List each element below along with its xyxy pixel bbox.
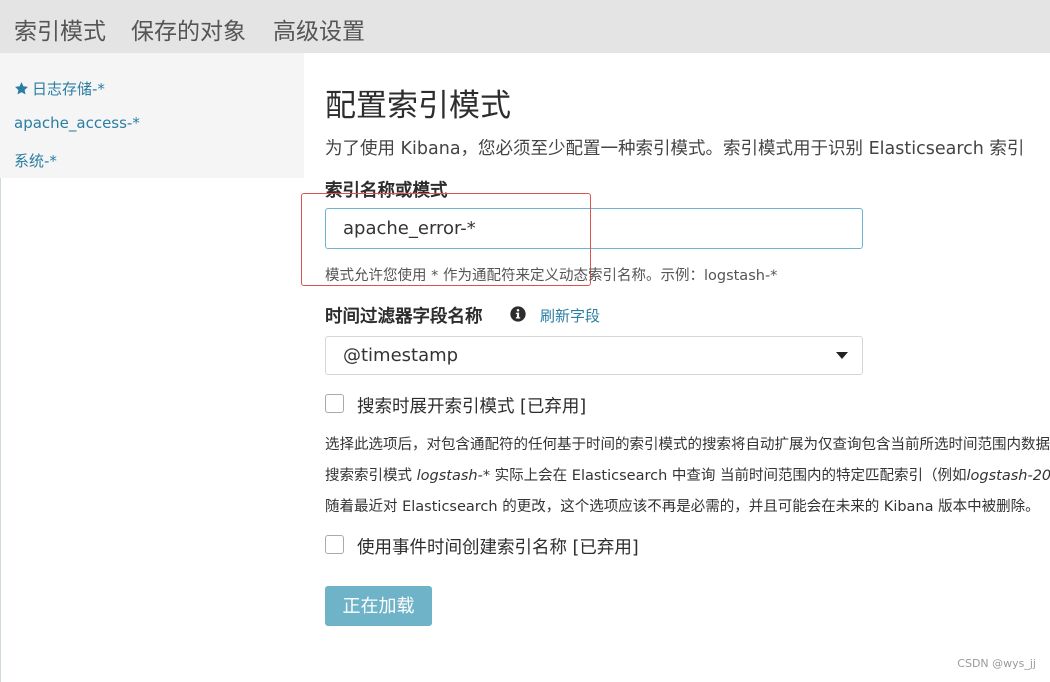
sidebar-item-apache-access[interactable]: apache_access-* (14, 114, 140, 132)
tab-saved-objects[interactable]: 保存的对象 (131, 12, 246, 46)
watermark: CSDN @wys_jj (957, 657, 1036, 670)
expand-wildcard-checkbox[interactable] (325, 394, 344, 413)
top-nav: 索引模式 保存的对象 高级设置 (0, 0, 1050, 53)
desc-text: 实际上会在 Elasticsearch 中查询 当前时间范围内的特定匹配索引（例… (490, 468, 967, 484)
time-field-value: @timestamp (343, 345, 459, 366)
event-time-checkbox[interactable] (325, 535, 344, 554)
refresh-fields-link[interactable]: 刷新字段 (540, 305, 600, 326)
sidebar-item-default-pattern[interactable]: 日志存储-* (14, 78, 105, 99)
desc-example-pattern: logstash-* (416, 468, 491, 484)
event-time-label[interactable]: 使用事件时间创建索引名称 [已弃用] (357, 534, 639, 559)
intro-text: 为了使用 Kibana，您必须至少配置一种索引模式。索引模式用于识别 Elast… (325, 139, 1025, 159)
tab-advanced-settings[interactable]: 高级设置 (273, 12, 365, 46)
expand-description-line-3: 随着最近对 Elasticsearch 的更改，这个选项应该不再是必需的，并且可… (325, 499, 1040, 515)
index-pattern-help: 模式允许您使用 * 作为通配符来定义动态索引名称。示例：logstash-* (325, 268, 778, 284)
info-icon[interactable] (509, 305, 527, 323)
expand-wildcard-label[interactable]: 搜索时展开索引模式 [已弃用] (357, 393, 586, 418)
expand-description-line-1: 选择此选项后，对包含通配符的任何基于时间的索引模式的搜索将自动扩展为仅查询包含当… (325, 437, 1050, 453)
sidebar-item-label: 日志存储-* (32, 80, 105, 98)
sidebar-item-system[interactable]: 系统-* (14, 150, 57, 171)
time-field-label: 时间过滤器字段名称 (325, 307, 483, 327)
tab-index-patterns[interactable]: 索引模式 (14, 12, 106, 46)
time-field-select[interactable]: @timestamp (325, 336, 863, 375)
expand-description-line-2: 搜索索引模式 logstash-* 实际上会在 Elasticsearch 中查… (325, 464, 1050, 485)
page-title: 配置索引模式 (325, 88, 511, 124)
caret-down-icon (836, 352, 848, 359)
index-pattern-list: 日志存储-* apache_access-* 系统-* (0, 53, 304, 178)
create-button[interactable]: 正在加载 (325, 586, 432, 626)
desc-text: 搜索索引模式 (325, 468, 417, 484)
desc-example-index: logstash-2015.12.21 (966, 468, 1050, 484)
star-icon (15, 82, 28, 95)
page-border (0, 178, 1, 682)
